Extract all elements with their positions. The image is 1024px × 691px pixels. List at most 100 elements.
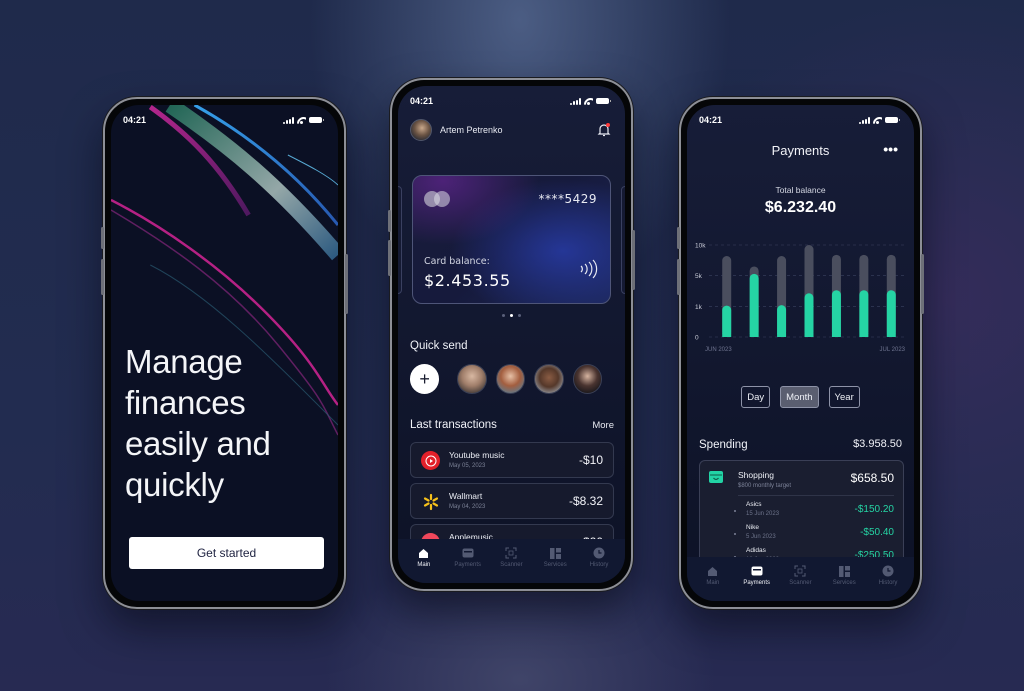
quick-send-row: + xyxy=(410,364,611,394)
youtube-music-icon xyxy=(421,451,440,470)
spending-item-amount: -$150.20 xyxy=(854,504,894,515)
tab-label: Payments xyxy=(454,562,482,568)
category-target: $800 monthly target xyxy=(738,483,792,489)
bar-spent-base xyxy=(749,333,759,337)
battery-icon xyxy=(596,98,611,104)
phone-volume-button xyxy=(388,240,391,276)
signal-icon xyxy=(859,116,870,124)
add-contact-button[interactable]: + xyxy=(410,364,440,394)
status-time: 04:21 xyxy=(123,115,147,125)
transaction-name: Youtube music xyxy=(449,450,505,460)
notification-bell-icon[interactable] xyxy=(597,122,611,138)
services-icon xyxy=(838,565,850,577)
tab-payments[interactable]: Payments xyxy=(447,539,489,583)
tab-main[interactable]: Main xyxy=(692,557,734,601)
tab-services[interactable]: Services xyxy=(534,539,576,583)
y-tick-label: 1k xyxy=(695,304,703,311)
phone-side-button xyxy=(388,210,391,232)
bar-spent xyxy=(722,305,732,337)
wallet-icon xyxy=(462,547,474,559)
more-transactions-link[interactable]: More xyxy=(592,420,614,431)
tab-label: History xyxy=(878,580,898,586)
wifi-icon xyxy=(297,117,306,124)
period-selector: Day Month Year xyxy=(687,386,914,408)
period-day-button[interactable]: Day xyxy=(741,386,771,408)
bank-card[interactable]: ****5429 Card balance: $2.453.55 xyxy=(412,175,611,304)
transaction-row[interactable]: Youtube music May 05, 2023 -$10 xyxy=(410,442,614,478)
carousel-dot[interactable] xyxy=(502,314,505,317)
phone-power-button xyxy=(921,254,924,314)
tab-main[interactable]: Main xyxy=(403,539,445,583)
spending-label: Spending xyxy=(699,439,748,451)
quick-send-title: Quick send xyxy=(410,340,468,352)
bar-spent-base xyxy=(886,333,896,337)
clock-icon xyxy=(882,565,894,577)
bar-spent xyxy=(749,273,759,337)
prev-card-peek[interactable] xyxy=(398,186,402,294)
spending-item[interactable]: Asics 15 Jun 2023 -$150.20 xyxy=(734,501,894,523)
signal-icon xyxy=(283,116,294,124)
home-screen: 04:21 Artem Petrenko ****5429 Card balan… xyxy=(398,86,625,583)
y-tick-label: 0 xyxy=(695,335,699,342)
phone-volume-button xyxy=(101,259,104,295)
bullet-icon xyxy=(734,510,736,512)
tab-label: Payments xyxy=(743,580,771,586)
bar-spent-base xyxy=(722,333,732,337)
phone-onboarding: 04:21 Manage finances easily and quickly… xyxy=(101,97,348,609)
shopping-bag-icon xyxy=(709,471,723,483)
bar-spent-base xyxy=(777,333,787,337)
battery-icon xyxy=(309,117,324,123)
carousel-dot-active[interactable] xyxy=(510,314,513,317)
transaction-date: May 04, 2023 xyxy=(449,504,486,510)
tab-scanner[interactable]: Scanner xyxy=(779,557,821,601)
get-started-button[interactable]: Get started xyxy=(129,537,324,569)
wallet-icon xyxy=(751,565,763,577)
x-tick-label: JUN 2023 xyxy=(705,347,732,353)
payments-screen: 04:21 Payments ••• Total balance $6.232.… xyxy=(687,105,914,601)
tab-payments[interactable]: Payments xyxy=(736,557,778,601)
spending-item-amount: -$50.40 xyxy=(860,527,894,538)
user-avatar[interactable] xyxy=(410,119,432,141)
quick-send-contact[interactable] xyxy=(534,364,564,394)
tab-label: Services xyxy=(543,562,567,568)
tab-history[interactable]: History xyxy=(867,557,909,601)
card-number: ****5429 xyxy=(538,192,597,206)
quick-send-contact[interactable] xyxy=(495,364,526,394)
bar-spent xyxy=(859,290,869,337)
transaction-row[interactable]: Wallmart May 04, 2023 -$8.32 xyxy=(410,483,614,519)
spending-item-date: 5 Jun 2023 xyxy=(746,534,776,540)
mastercard-logo-icon xyxy=(424,191,452,207)
total-balance-label: Total balance xyxy=(775,185,826,195)
tab-label: Scanner xyxy=(789,580,812,586)
tab-label: Scanner xyxy=(500,562,523,568)
category-amount: $658.50 xyxy=(850,471,894,485)
period-month-button[interactable]: Month xyxy=(780,386,819,408)
divider xyxy=(738,495,894,496)
card-carousel-indicator xyxy=(398,314,625,317)
period-year-button[interactable]: Year xyxy=(828,386,860,408)
bar-spent-base xyxy=(831,333,841,337)
signal-icon xyxy=(570,97,581,105)
phone-side-button xyxy=(677,227,680,249)
card-balance: $2.453.55 xyxy=(424,271,511,290)
phone-payments: 04:21 Payments ••• Total balance $6.232.… xyxy=(677,97,924,609)
bullet-icon xyxy=(734,533,736,535)
next-card-peek[interactable] xyxy=(621,186,625,294)
tab-history[interactable]: History xyxy=(578,539,620,583)
bar-spent xyxy=(886,290,896,337)
bar-spent xyxy=(777,305,787,337)
card-balance-label: Card balance: xyxy=(424,256,490,267)
carousel-dot[interactable] xyxy=(518,314,521,317)
tab-label: Main xyxy=(417,562,431,568)
tab-services[interactable]: Services xyxy=(823,557,865,601)
status-bar: 04:21 xyxy=(687,113,914,127)
contactless-icon xyxy=(580,259,598,279)
quick-send-contact[interactable] xyxy=(572,364,602,394)
home-icon xyxy=(418,547,430,559)
more-options-icon[interactable]: ••• xyxy=(883,142,898,156)
bar-spent-base xyxy=(804,333,814,337)
wifi-icon xyxy=(584,98,593,105)
tab-scanner[interactable]: Scanner xyxy=(490,539,532,583)
spending-item[interactable]: Nike 5 Jun 2023 -$50.40 xyxy=(734,524,894,546)
quick-send-contact[interactable] xyxy=(457,364,487,394)
